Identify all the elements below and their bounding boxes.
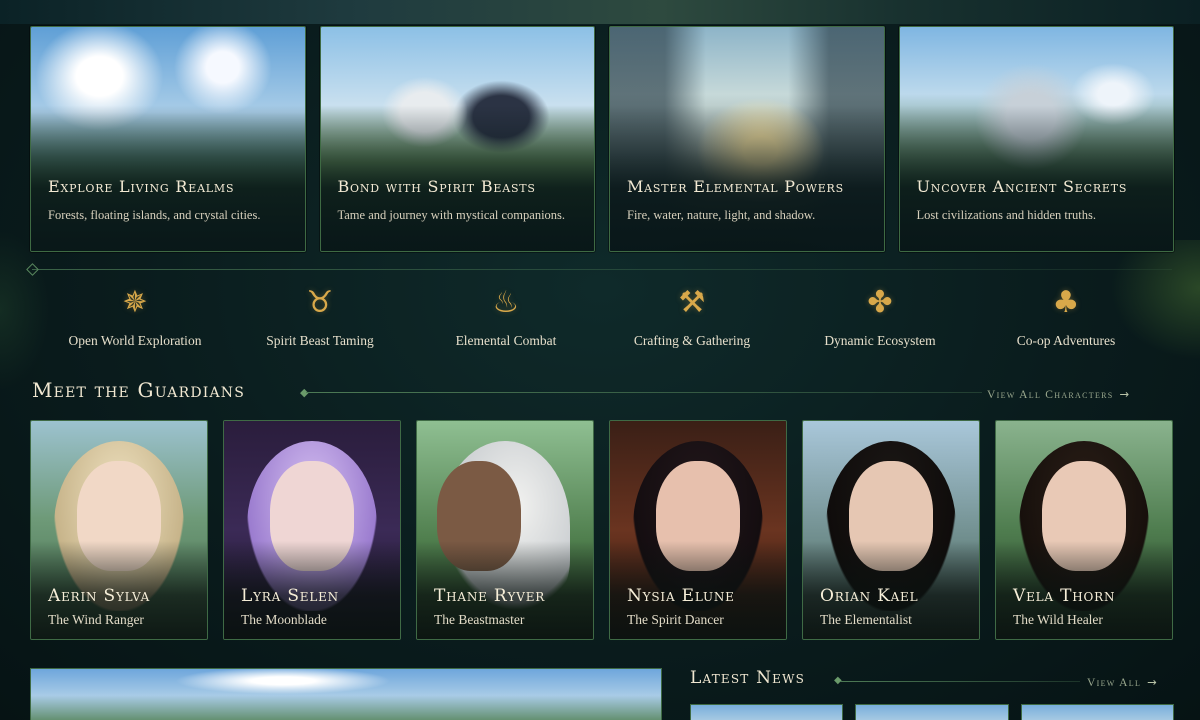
- tree-icon: ✤: [867, 285, 893, 320]
- character-card-lyra[interactable]: Lyra Selen The Moonblade: [223, 420, 401, 640]
- featured-banner[interactable]: [30, 668, 662, 720]
- character-name: Orian Kael: [820, 586, 919, 606]
- gameplay-item-exploration: ✵ Open World Exploration: [40, 282, 230, 349]
- hero-bottom-edge: [0, 0, 1200, 24]
- feature-title: Uncover Ancient Secrets: [916, 177, 1128, 196]
- character-name: Thane Ryver: [434, 586, 546, 606]
- news-thumbnail[interactable]: [855, 704, 1009, 720]
- news-thumbnail[interactable]: [690, 704, 844, 720]
- latest-news-title: Latest News: [690, 668, 806, 688]
- gameplay-item-taming: ♉ Spirit Beast Taming: [225, 282, 415, 349]
- section-divider: [32, 269, 1172, 270]
- gameplay-label: Co-op Adventures: [1016, 333, 1116, 348]
- character-role: The Spirit Dancer: [627, 612, 724, 627]
- character-role: The Wild Healer: [1013, 612, 1103, 627]
- feature-title: Master Elemental Powers: [627, 177, 844, 196]
- gameplay-label: Spirit Beast Taming: [266, 333, 374, 348]
- feature-description: Tame and journey with mystical companion…: [337, 208, 566, 222]
- feature-description: Lost civilizations and hidden truths.: [916, 208, 1097, 222]
- gameplay-label: Dynamic Ecosystem: [824, 333, 936, 348]
- gameplay-item-ecosystem: ✤ Dynamic Ecosystem: [785, 282, 975, 349]
- view-all-characters-link[interactable]: View All Characters →: [987, 387, 1130, 401]
- arrow-right-icon: →: [1119, 387, 1131, 401]
- tools-icon: ⚒: [678, 285, 706, 320]
- party-icon: ♣: [1052, 285, 1080, 320]
- character-card-nysia[interactable]: Nysia Elune The Spirit Dancer: [609, 420, 787, 640]
- feature-cards: Explore Living Realms Forests, floating …: [30, 26, 1174, 252]
- character-role: The Wind Ranger: [48, 612, 144, 627]
- character-role: The Elementalist: [820, 612, 912, 627]
- gameplay-label: Crafting & Gathering: [633, 333, 751, 348]
- character-card-orian[interactable]: Orian Kael The Elementalist: [802, 420, 980, 640]
- feature-description: Forests, floating islands, and crystal c…: [48, 208, 261, 222]
- gameplay-item-coop: ♣ Co-op Adventures: [971, 282, 1161, 349]
- character-name: Vela Thorn: [1013, 586, 1116, 606]
- gameplay-features: ✵ Open World Exploration ♉ Spirit Beast …: [40, 282, 1160, 352]
- feature-card-explore[interactable]: Explore Living Realms Forests, floating …: [30, 26, 306, 252]
- feature-description: Fire, water, nature, light, and shadow.: [627, 208, 816, 222]
- character-card-vela[interactable]: Vela Thorn The Wild Healer: [995, 420, 1173, 640]
- gameplay-label: Elemental Combat: [455, 333, 557, 348]
- feature-title: Explore Living Realms: [48, 177, 235, 196]
- section-rule: [306, 392, 982, 393]
- news-thumbnails: [690, 704, 1174, 720]
- feature-title: Bond with Spirit Beasts: [337, 177, 536, 196]
- gameplay-item-combat: ♨ Elemental Combat: [411, 282, 601, 349]
- character-name: Lyra Selen: [241, 586, 339, 606]
- character-name: Nysia Elune: [627, 586, 735, 606]
- beast-head-icon: ♉: [306, 285, 334, 320]
- news-thumbnail[interactable]: [1020, 704, 1174, 720]
- character-name: Aerin Sylva: [48, 586, 151, 606]
- view-all-news-link[interactable]: View All →: [1087, 675, 1158, 689]
- character-card-thane[interactable]: Thane Ryver The Beastmaster: [416, 420, 594, 640]
- character-cards: Aerin Sylva The Wind Ranger Lyra Selen T…: [30, 420, 1174, 640]
- guardians-section-title: Meet the Guardians: [32, 378, 246, 402]
- gameplay-item-crafting: ⚒ Crafting & Gathering: [597, 282, 787, 349]
- feature-card-beasts[interactable]: Bond with Spirit Beasts Tame and journey…: [319, 26, 595, 252]
- flame-icon: ♨: [492, 285, 520, 320]
- gameplay-label: Open World Exploration: [68, 333, 202, 348]
- character-card-aerin[interactable]: Aerin Sylva The Wind Ranger: [30, 420, 208, 640]
- character-role: The Moonblade: [241, 612, 327, 627]
- character-role: The Beastmaster: [434, 612, 525, 627]
- feature-card-secrets[interactable]: Uncover Ancient Secrets Lost civilizatio…: [898, 26, 1174, 252]
- arrow-right-icon: →: [1147, 675, 1159, 689]
- compass-icon: ✵: [122, 285, 148, 320]
- section-rule: [840, 681, 1080, 682]
- feature-card-elemental[interactable]: Master Elemental Powers Fire, water, nat…: [609, 26, 885, 252]
